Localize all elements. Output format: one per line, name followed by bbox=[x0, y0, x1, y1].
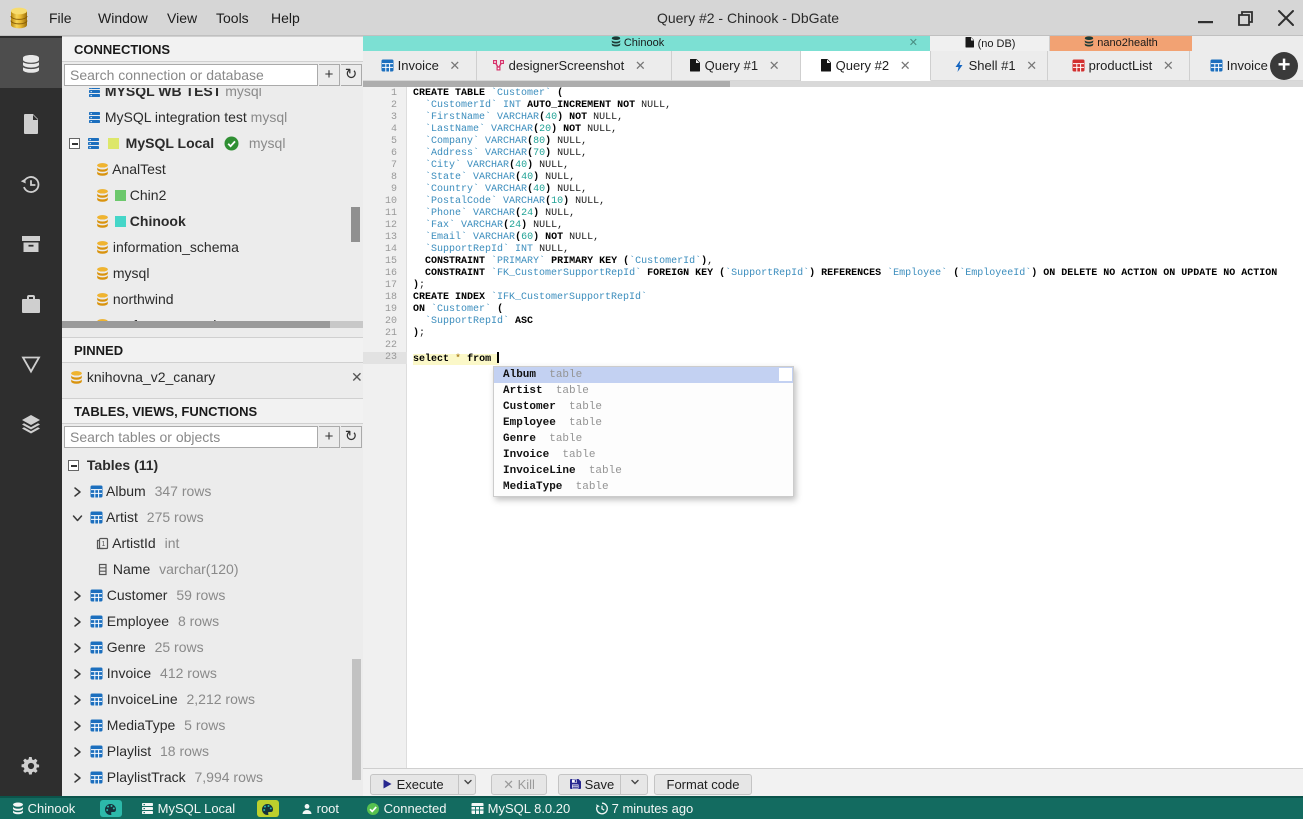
svg-text:1: 1 bbox=[102, 541, 106, 548]
